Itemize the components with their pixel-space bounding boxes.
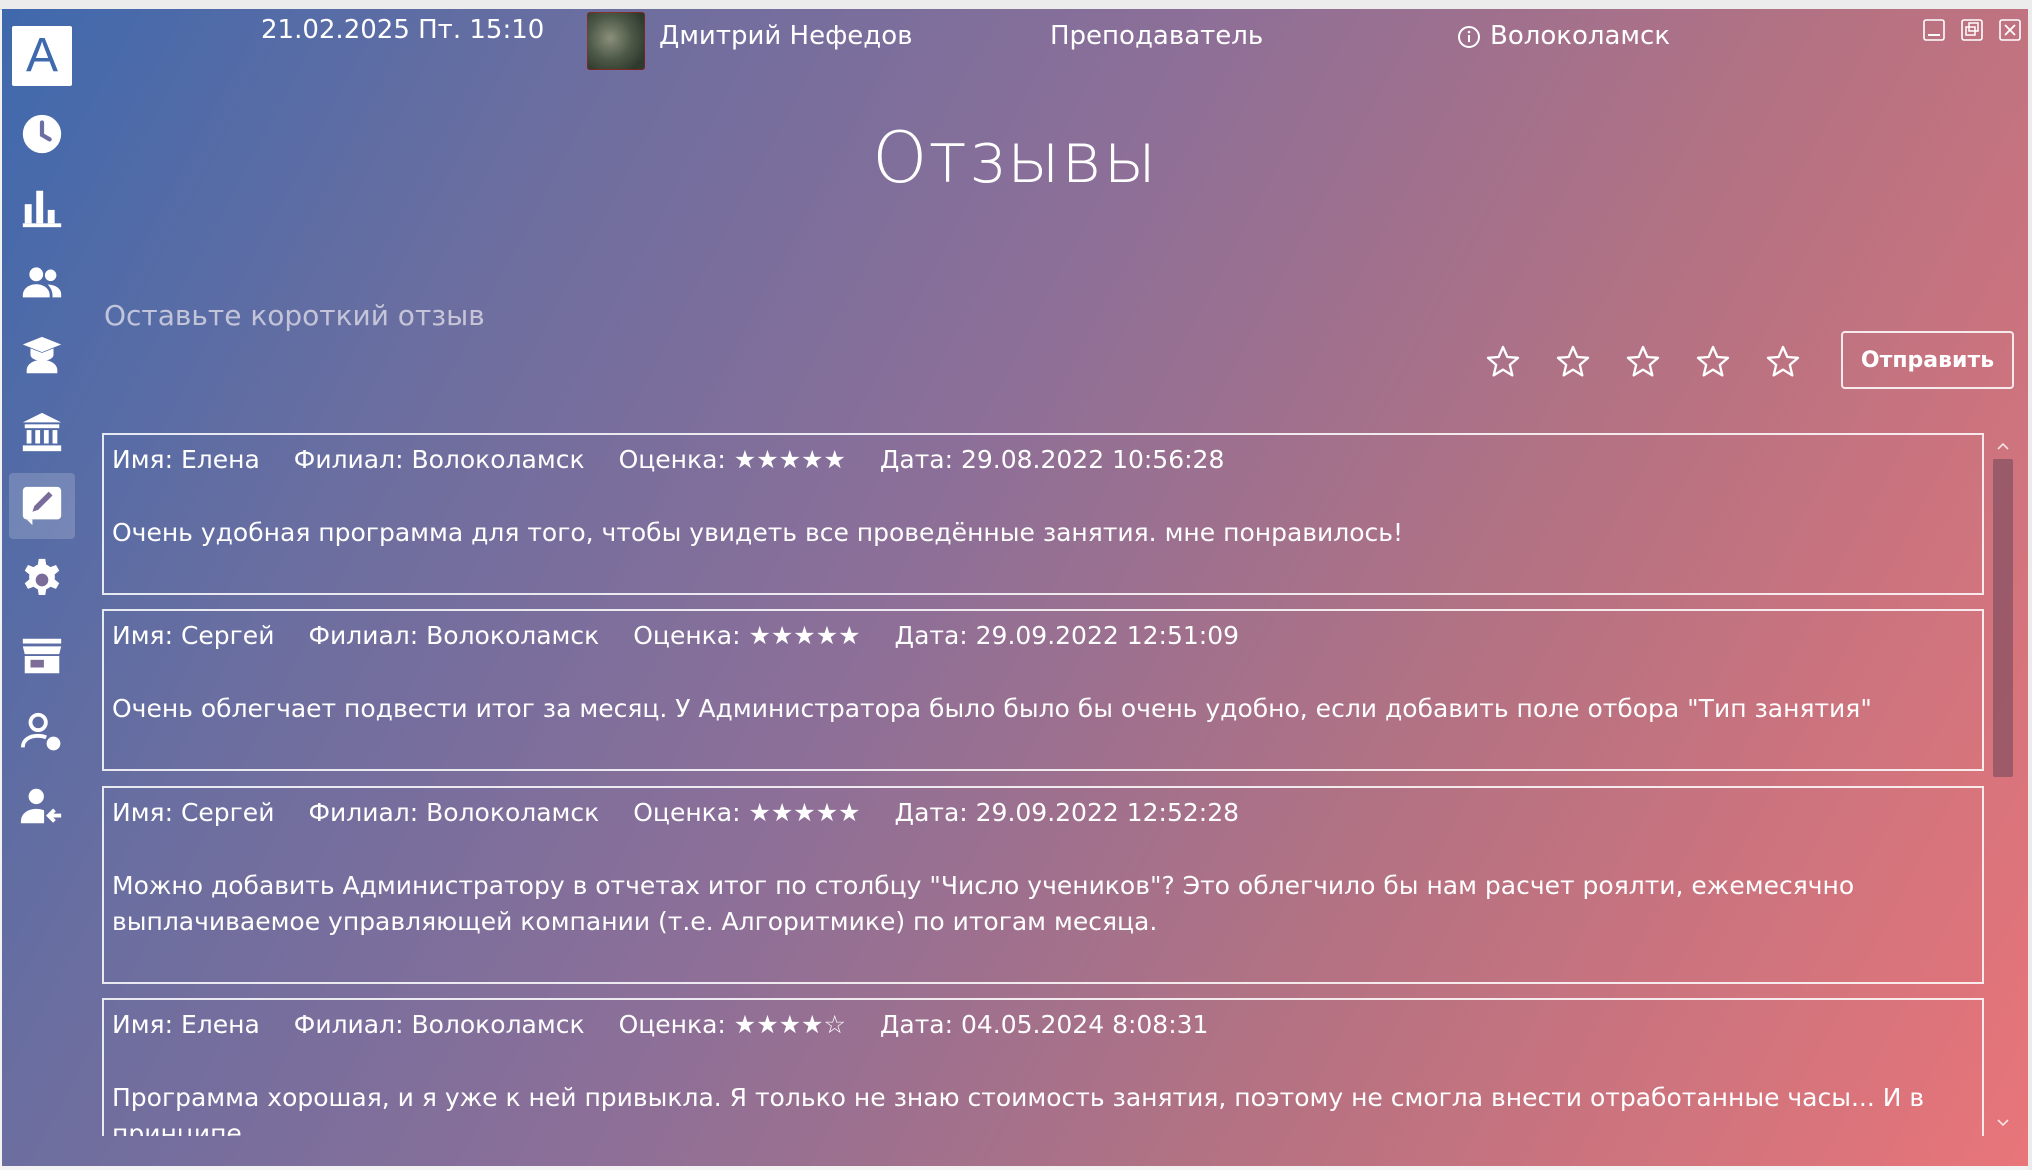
- review-branch: Филиал: Волоколамск: [308, 621, 600, 650]
- review-author: Имя: Елена: [112, 1010, 260, 1039]
- institution-icon: [22, 412, 62, 452]
- sidebar-item-students[interactable]: [9, 323, 75, 389]
- review-meta: Имя: Сергей Филиал: Волоколамск Оценка: ★★…: [112, 798, 1273, 834]
- star-outline-icon: [1486, 345, 1520, 377]
- close-button[interactable]: [1997, 17, 2023, 43]
- review-meta: Имя: Сергей Филиал: Волоколамск Оценка: ★★…: [112, 621, 1273, 657]
- close-icon: [1999, 19, 2021, 41]
- review-branch: Филиал: Волоколамск: [308, 798, 600, 827]
- star-outline-icon: [1766, 345, 1800, 377]
- scroll-thumb[interactable]: [1993, 459, 2013, 777]
- review-date: Дата: 04.05.2024 8:08:31: [879, 1010, 1209, 1039]
- review-card: Имя: Сергей Филиал: Волоколамск Оценка: ★★…: [102, 609, 1984, 771]
- review-author: Имя: Сергей: [112, 798, 275, 827]
- review-card: Имя: Елена Филиал: Волоколамск Оценка: ★★★…: [102, 998, 1984, 1136]
- review-date: Дата: 29.08.2022 10:56:28: [879, 445, 1225, 474]
- store-icon: [22, 638, 62, 674]
- edit-icon: [22, 486, 62, 526]
- review-date: Дата: 29.09.2022 12:51:09: [894, 621, 1240, 650]
- app-window: A 21.02.2025 Пт. 15:10 Дмитрий Нефедов П…: [2, 9, 2028, 1166]
- minimize-button[interactable]: [1921, 17, 1947, 43]
- rating-star-1[interactable]: [1483, 342, 1523, 382]
- page-title: Отзывы: [872, 117, 1158, 199]
- rating-star-4[interactable]: [1693, 342, 1733, 382]
- review-rating: Оценка: ★★★★☆: [618, 1010, 846, 1039]
- minimize-icon: [1923, 19, 1945, 41]
- feedback-input[interactable]: [102, 284, 1526, 346]
- review-meta: Имя: Елена Филиал: Волоколамск Оценка: ★★★…: [112, 445, 1258, 481]
- reviews-scrollbar[interactable]: [1990, 433, 2016, 1136]
- rating-star-2[interactable]: [1553, 342, 1593, 382]
- sidebar-item-profile[interactable]: [9, 699, 75, 765]
- review-card: Имя: Сергей Филиал: Волоколамск Оценка: ★★…: [102, 786, 1984, 984]
- header-datetime: 21.02.2025 Пт. 15:10: [261, 15, 545, 45]
- review-meta: Имя: Елена Филиал: Волоколамск Оценка: ★★★…: [112, 1010, 1242, 1046]
- scroll-up-button[interactable]: [1990, 433, 2016, 459]
- sidebar-item-settings[interactable]: [9, 547, 75, 613]
- user-status-icon: [20, 712, 61, 751]
- review-text: Очень удобная программа для того, чтобы …: [112, 518, 1404, 547]
- star-outline-icon: [1556, 345, 1590, 377]
- review-rating: Оценка: ★★★★★: [618, 445, 846, 474]
- app-logo[interactable]: A: [12, 26, 72, 86]
- maximize-button[interactable]: [1959, 17, 1985, 43]
- reviews-list[interactable]: Имя: Елена Филиал: Волоколамск Оценка: ★★★…: [102, 433, 1984, 1136]
- chevron-up-icon: [1997, 442, 2009, 450]
- header-role: Преподаватель: [1050, 21, 1264, 51]
- send-button[interactable]: Отправить: [1841, 331, 2014, 389]
- review-rating: Оценка: ★★★★★: [633, 798, 861, 827]
- review-date: Дата: 29.09.2022 12:52:28: [894, 798, 1240, 827]
- sidebar-item-shop[interactable]: [9, 623, 75, 689]
- review-rating: Оценка: ★★★★★: [633, 621, 861, 650]
- review-text: Очень облегчает подвести итог за месяц. …: [112, 694, 1872, 723]
- rating-star-5[interactable]: [1763, 342, 1803, 382]
- people-icon: [22, 267, 62, 298]
- star-outline-icon: [1626, 345, 1660, 377]
- info-icon[interactable]: [1457, 25, 1481, 49]
- graduate-icon: [22, 336, 62, 374]
- review-branch: Филиал: Волоколамск: [293, 445, 585, 474]
- star-outline-icon: [1696, 345, 1730, 377]
- restore-icon: [1961, 19, 1983, 41]
- header-branch[interactable]: Волоколамск: [1490, 21, 1670, 51]
- sidebar-item-logout[interactable]: [9, 773, 75, 839]
- rating-star-3[interactable]: [1623, 342, 1663, 382]
- sidebar-item-branches[interactable]: [9, 399, 75, 465]
- user-logout-icon: [20, 788, 62, 824]
- logo-letter: A: [25, 29, 58, 82]
- sidebar-item-groups[interactable]: [9, 249, 75, 315]
- review-branch: Филиал: Волоколамск: [293, 1010, 585, 1039]
- window-edge: [2028, 9, 2032, 1170]
- header-user-name[interactable]: Дмитрий Нефедов: [659, 21, 913, 51]
- review-card: Имя: Елена Филиал: Волоколамск Оценка: ★★★…: [102, 433, 1984, 595]
- review-text: Программа хорошая, и я уже к ней привыкл…: [112, 1083, 1925, 1136]
- sidebar-item-reviews[interactable]: [9, 473, 75, 539]
- chevron-down-icon: [1997, 1119, 2009, 1127]
- user-avatar[interactable]: [587, 12, 645, 70]
- review-author: Имя: Сергей: [112, 621, 275, 650]
- scroll-down-button[interactable]: [1990, 1110, 2016, 1136]
- review-author: Имя: Елена: [112, 445, 260, 474]
- gear-icon: [24, 558, 60, 595]
- review-text: Можно добавить Администратору в отчетах …: [112, 871, 1855, 936]
